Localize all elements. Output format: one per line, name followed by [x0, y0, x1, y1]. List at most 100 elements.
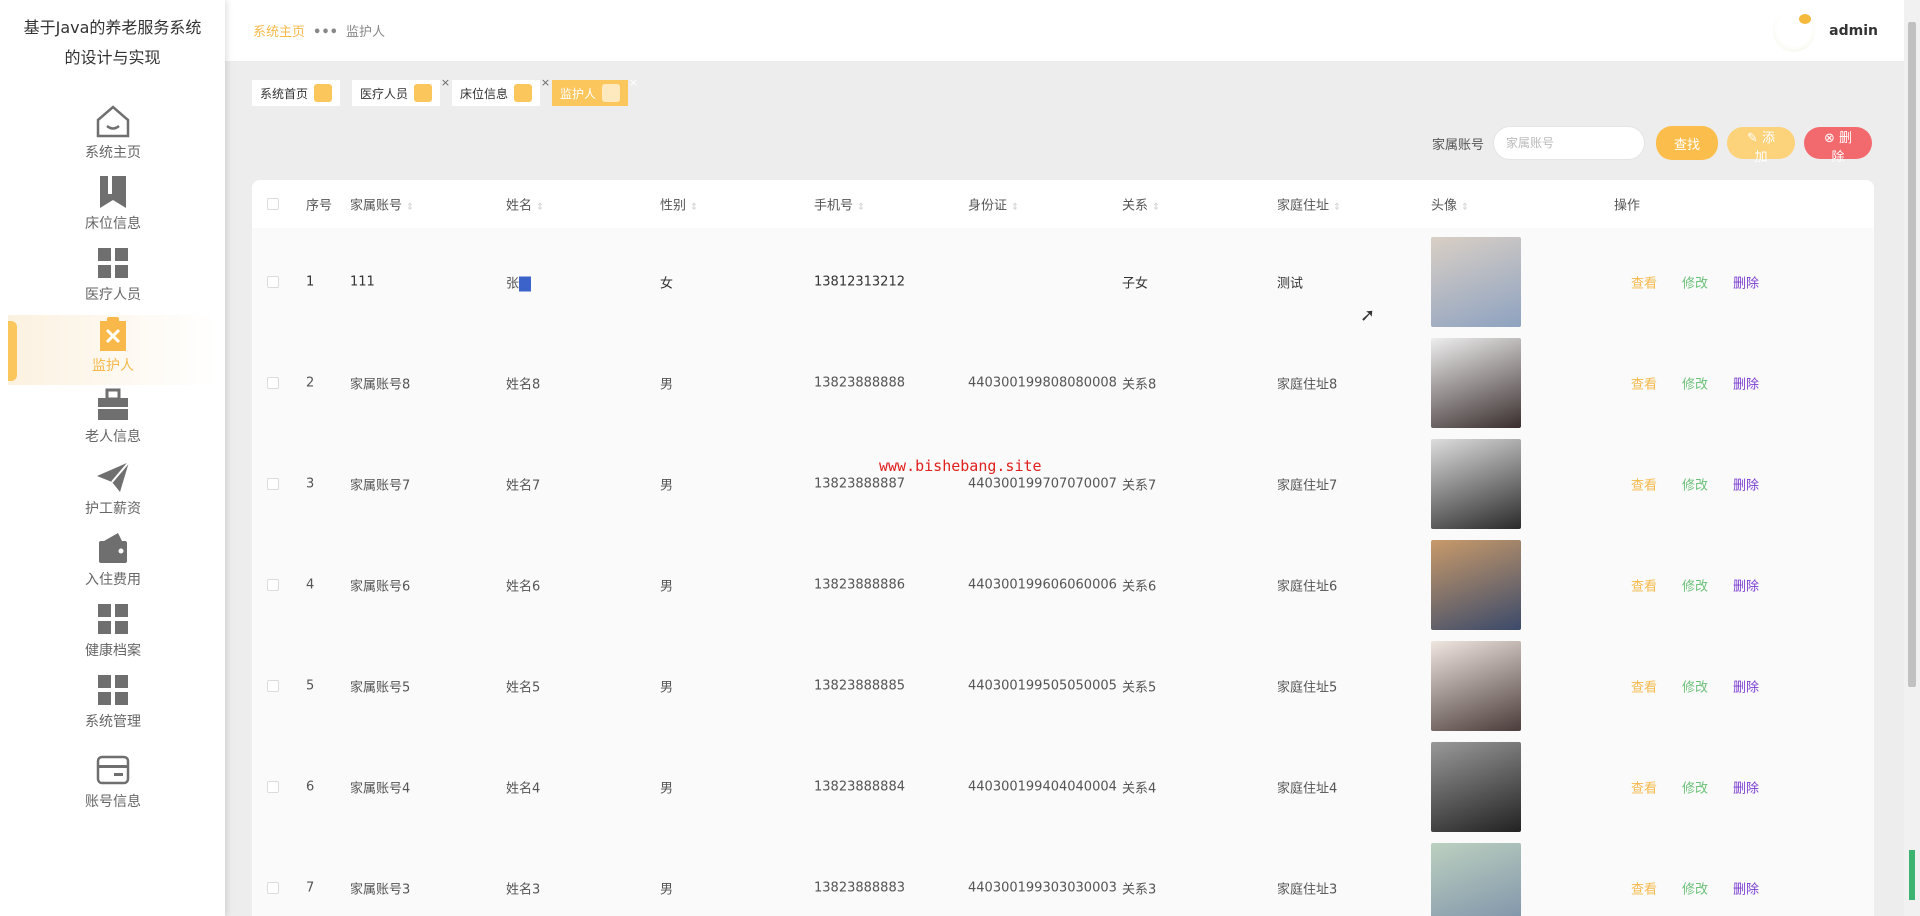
sort-icon[interactable]: ⇕	[406, 203, 414, 213]
column-header[interactable]: 家属账号 ⇕	[350, 195, 414, 214]
delete-link[interactable]: 删除	[1733, 676, 1759, 695]
close-icon[interactable]: ×	[629, 76, 638, 89]
sidebar-item-9[interactable]: 账号信息	[8, 751, 218, 821]
view-link[interactable]: 查看	[1631, 878, 1657, 897]
user-menu[interactable]: admin	[1773, 10, 1878, 52]
wallet-icon	[99, 533, 127, 563]
column-header[interactable]: 身份证 ⇕	[968, 195, 1019, 214]
family-account-input[interactable]	[1493, 126, 1645, 160]
table-row: 6 家属账号4 姓名4 男 13823888884 440300199404040004 关…	[252, 736, 1874, 837]
sort-icon[interactable]: ⇕	[1333, 203, 1341, 213]
view-link[interactable]: 查看	[1631, 373, 1657, 392]
search-label: 家属账号	[1431, 137, 1484, 153]
row-checkbox[interactable]	[267, 679, 279, 692]
cell-relation: 关系6	[1122, 579, 1157, 594]
cell-gender: 男	[660, 579, 674, 594]
cell-phone: 13823888884	[814, 779, 905, 794]
sidebar-item-7[interactable]: 健康档案	[8, 600, 218, 670]
sidebar-item-6[interactable]: 入住费用	[8, 529, 218, 599]
sort-icon[interactable]: ⇕	[1461, 203, 1469, 213]
grid-icon	[98, 604, 128, 634]
avatar-photo[interactable]	[1431, 236, 1521, 327]
cell-no: 6	[306, 779, 315, 794]
view-link[interactable]: 查看	[1631, 272, 1657, 291]
add-button[interactable]: ✎ 添加	[1727, 127, 1795, 165]
delete-link[interactable]: 删除	[1733, 878, 1759, 897]
tab-0[interactable]: 系统首页	[252, 80, 341, 106]
view-link[interactable]: 查看	[1631, 676, 1657, 695]
sidebar-item-8[interactable]: 系统管理	[8, 671, 218, 741]
cell-idcard: 440300199606060006	[968, 577, 1117, 592]
delete-link[interactable]: 删除	[1733, 474, 1759, 493]
sort-icon[interactable]: ⇕	[690, 203, 698, 213]
row-checkbox[interactable]	[267, 881, 279, 894]
cell-no: 2	[306, 375, 315, 390]
close-icon[interactable]: ×	[441, 76, 450, 89]
avatar-photo[interactable]	[1431, 741, 1521, 832]
sidebar-item-3[interactable]: 监护人	[8, 315, 218, 385]
sidebar-item-1[interactable]: 床位信息	[8, 173, 218, 243]
row-checkbox[interactable]	[267, 578, 279, 591]
tab-icon	[602, 84, 621, 102]
sidebar-item-5[interactable]: 护工薪资	[8, 458, 218, 528]
avatar-photo[interactable]	[1431, 842, 1521, 916]
row-checkbox[interactable]	[267, 780, 279, 793]
sidebar-item-label: 床位信息	[85, 216, 141, 232]
edit-link[interactable]: 修改	[1682, 272, 1708, 291]
sort-icon[interactable]: ⇕	[1011, 203, 1019, 213]
sidebar-item-2[interactable]: 医疗人员	[8, 244, 218, 314]
column-header[interactable]: 手机号 ⇕	[814, 195, 865, 214]
tab-1[interactable]: 医疗人员 ×	[352, 76, 450, 106]
cell-name: 姓名7	[506, 478, 541, 493]
edit-link[interactable]: 修改	[1682, 575, 1708, 594]
tab-2[interactable]: 床位信息 ×	[452, 76, 550, 106]
tab-3[interactable]: 监护人 ×	[552, 76, 638, 106]
delete-button[interactable]: ⊗ 删除	[1804, 127, 1872, 165]
username[interactable]: admin	[1829, 23, 1878, 39]
edit-link[interactable]: 修改	[1682, 373, 1708, 392]
avatar-photo[interactable]	[1431, 539, 1521, 630]
row-checkbox[interactable]	[267, 376, 279, 389]
delete-link[interactable]: 删除	[1733, 575, 1759, 594]
row-checkbox[interactable]	[267, 275, 279, 288]
cell-address: 家庭住址6	[1277, 579, 1338, 594]
scrollbar[interactable]	[1904, 0, 1920, 916]
select-all-checkbox[interactable]	[267, 198, 279, 210]
delete-link[interactable]: 删除	[1733, 272, 1759, 291]
view-link[interactable]: 查看	[1631, 575, 1657, 594]
row-checkbox[interactable]	[267, 477, 279, 490]
tab-label: 床位信息	[460, 86, 509, 101]
cell-address: 家庭住址8	[1277, 377, 1338, 392]
avatar[interactable]	[1773, 10, 1816, 52]
close-icon[interactable]: ×	[541, 76, 550, 89]
column-header[interactable]: 家庭住址 ⇕	[1277, 195, 1341, 214]
table-row: 3 家属账号7 姓名7 男 13823888887 440300199707070007 关…	[252, 433, 1874, 534]
edit-link[interactable]: 修改	[1682, 474, 1708, 493]
edit-link[interactable]: 修改	[1682, 676, 1708, 695]
avatar-photo[interactable]	[1431, 640, 1521, 731]
edit-link[interactable]: 修改	[1682, 878, 1708, 897]
column-header[interactable]: 关系 ⇕	[1122, 195, 1160, 214]
view-link[interactable]: 查看	[1631, 474, 1657, 493]
grid-icon	[98, 248, 128, 278]
sort-icon[interactable]: ⇕	[1152, 203, 1160, 213]
avatar-photo[interactable]	[1431, 337, 1521, 428]
column-header[interactable]: 头像 ⇕	[1431, 195, 1469, 214]
avatar-photo[interactable]	[1431, 438, 1521, 529]
cell-address: 家庭住址4	[1277, 781, 1338, 796]
sidebar-item-0[interactable]: 系统主页	[8, 102, 218, 172]
mouse-cursor-icon: ➚	[1360, 305, 1376, 326]
scrollbar-thumb[interactable]	[1908, 22, 1916, 687]
find-button[interactable]: 查找	[1656, 126, 1718, 160]
breadcrumb-home[interactable]: 系统主页	[253, 25, 305, 40]
sidebar-item-4[interactable]: 老人信息	[8, 386, 218, 456]
view-link[interactable]: 查看	[1631, 777, 1657, 796]
delete-link[interactable]: 删除	[1733, 777, 1759, 796]
sort-icon[interactable]: ⇕	[536, 203, 544, 213]
edit-link[interactable]: 修改	[1682, 777, 1708, 796]
cell-gender: 男	[660, 478, 674, 493]
column-header[interactable]: 姓名 ⇕	[506, 195, 544, 214]
sort-icon[interactable]: ⇕	[857, 203, 865, 213]
delete-link[interactable]: 删除	[1733, 373, 1759, 392]
column-header[interactable]: 性别 ⇕	[660, 195, 698, 214]
